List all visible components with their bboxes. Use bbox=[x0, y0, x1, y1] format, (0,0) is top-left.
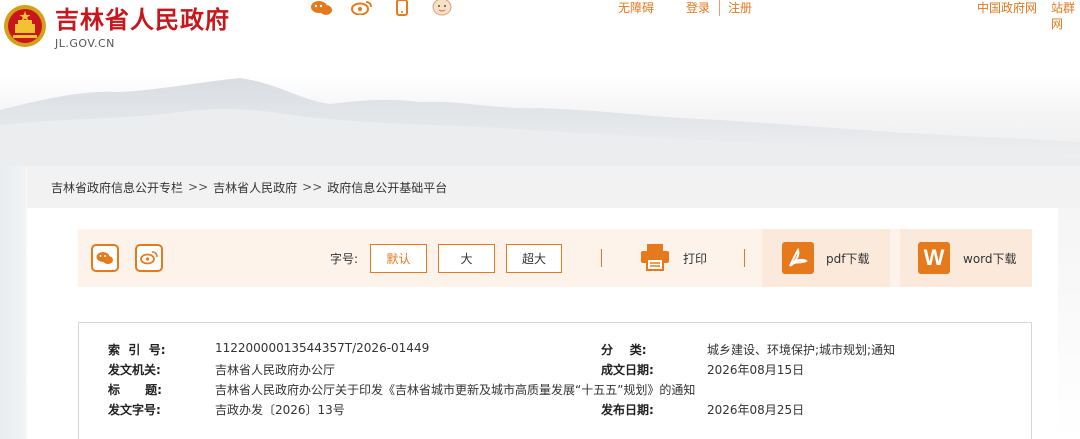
date-value: 2026年08月15日 bbox=[707, 363, 805, 377]
weibo-icon[interactable] bbox=[351, 0, 373, 16]
wechat-icon bbox=[96, 252, 113, 264]
doc-number-value: 吉政办发〔2026〕13号 bbox=[215, 403, 345, 417]
font-default-button[interactable]: 默认 bbox=[370, 244, 427, 273]
title-label: 标 题: bbox=[108, 383, 162, 397]
site-domain: JL.GOV.CN bbox=[55, 37, 115, 50]
print-button[interactable]: 打印 bbox=[683, 250, 707, 267]
wechat-share-button[interactable] bbox=[91, 244, 119, 272]
breadcrumb-item[interactable]: 吉林省人民政府 bbox=[213, 179, 297, 196]
accessibility-link[interactable]: 无障碍 bbox=[618, 0, 654, 16]
word-download-label: word下载 bbox=[963, 252, 1017, 266]
font-large-button[interactable]: 大 bbox=[438, 244, 495, 273]
publish-value: 2026年08月25日 bbox=[707, 403, 805, 417]
weibo-share-button[interactable] bbox=[135, 244, 163, 272]
gov-site-link[interactable]: 中国政府网 bbox=[977, 0, 1037, 16]
site-logo[interactable]: 吉林省人民政府 JL.GOV.CN bbox=[3, 4, 230, 50]
site-title: 吉林省人民政府 bbox=[55, 5, 230, 34]
wechat-icon[interactable] bbox=[311, 0, 333, 16]
top-icon-bar bbox=[311, 0, 453, 16]
mountain-banner-image bbox=[0, 78, 1080, 166]
national-emblem-icon bbox=[4, 5, 46, 47]
index-label: 索 引 号: bbox=[108, 343, 166, 357]
category-value: 城乡建设、环境保护;城市规划;通知 bbox=[707, 343, 896, 357]
publish-label: 发布日期: bbox=[601, 403, 654, 417]
breadcrumb-separator: >> bbox=[302, 180, 323, 194]
pdf-download-button[interactable]: pdf下载 bbox=[762, 229, 890, 287]
breadcrumb: 吉林省政府信息公开专栏 >> 吉林省人民政府 >> 政府信息公开基础平台 bbox=[27, 166, 1080, 208]
category-label: 分 类: bbox=[601, 343, 647, 357]
date-label: 成文日期: bbox=[601, 363, 654, 377]
toolbar-divider bbox=[601, 249, 602, 267]
document-info-table: 索 引 号: 11220000013544357T/2026-01449 分 类… bbox=[78, 322, 1032, 439]
weibo-icon bbox=[140, 251, 158, 265]
breadcrumb-item[interactable]: 吉林省政府信息公开专栏 bbox=[51, 179, 183, 196]
issuer-label: 发文机关: bbox=[108, 363, 161, 377]
breadcrumb-separator: >> bbox=[188, 180, 209, 194]
toolbar-divider bbox=[744, 249, 745, 267]
baby-face-icon[interactable] bbox=[431, 0, 453, 16]
register-link[interactable]: 注册 bbox=[728, 0, 752, 16]
word-download-button[interactable]: W word下载 bbox=[900, 229, 1032, 287]
pdf-download-label: pdf下载 bbox=[826, 252, 870, 266]
site-group-link[interactable]: 站群网 bbox=[1051, 0, 1080, 32]
font-xlarge-button[interactable]: 超大 bbox=[506, 244, 562, 273]
pdf-icon bbox=[782, 242, 814, 274]
mobile-icon[interactable] bbox=[391, 0, 413, 16]
issuer-value: 吉林省人民政府办公厅 bbox=[215, 363, 336, 377]
title-value: 吉林省人民政府办公厅关于印发《吉林省城市更新及城市高质量发展“十五五”规划》的通… bbox=[215, 383, 696, 397]
index-value: 11220000013544357T/2026-01449 bbox=[215, 341, 430, 355]
print-icon[interactable] bbox=[640, 243, 670, 275]
word-icon: W bbox=[918, 242, 950, 274]
login-link[interactable]: 登录 bbox=[686, 0, 710, 16]
font-size-label: 字号: bbox=[330, 252, 359, 266]
link-divider bbox=[719, 0, 720, 16]
breadcrumb-item[interactable]: 政府信息公开基础平台 bbox=[327, 179, 447, 196]
article-toolbar: 字号: 默认 大 超大 打印 pdf下载 W word下载 bbox=[78, 229, 1032, 287]
doc-number-label: 发文字号: bbox=[108, 403, 161, 417]
